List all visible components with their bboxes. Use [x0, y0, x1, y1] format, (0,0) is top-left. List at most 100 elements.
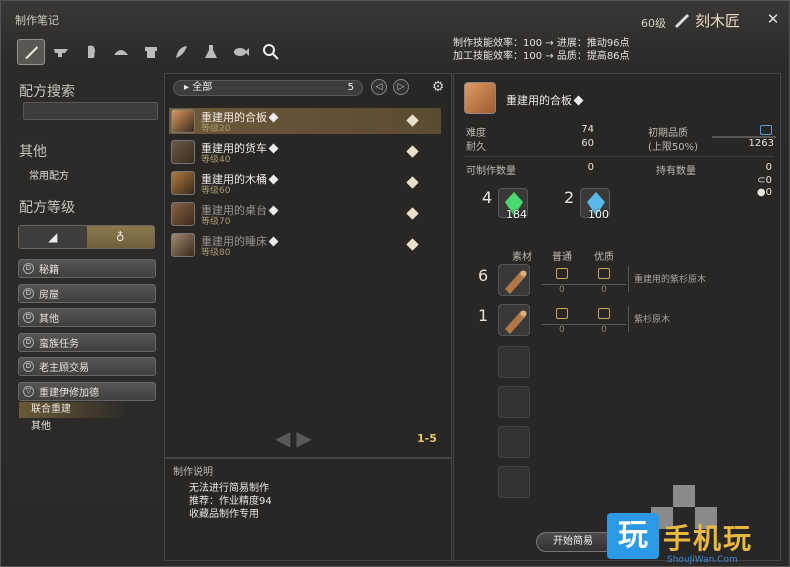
recipe-list-panel: ▸ 全部 5 ◁ ▷ ⚙ 重建用的合板 等级20 重建用的货车 等级40 重建用的木桶等…: [164, 73, 452, 458]
material-name: 紫杉原木: [634, 315, 671, 325]
recipe-level: 等级80: [201, 248, 231, 258]
arrow-right-icon[interactable]: ▶: [296, 426, 317, 450]
watermark-url: ShouJiWan.Com: [667, 555, 738, 565]
recipe-level: 等级60: [201, 186, 231, 196]
category-button[interactable]: D 其他: [18, 308, 156, 327]
subcategory-item[interactable]: 其他: [19, 419, 129, 435]
initial-quality-note: (上限50%): [648, 142, 699, 153]
category-label: 秘籍: [39, 265, 59, 276]
category-button[interactable]: D 蛮族任务: [18, 332, 156, 352]
expand-icon: D: [23, 361, 34, 372]
category-label: 其他: [39, 314, 59, 325]
next-page-button[interactable]: ▷: [393, 79, 409, 95]
recipe-search-title: 配方搜索: [19, 84, 75, 100]
detail-item-name: 重建用的合板: [506, 92, 584, 108]
tab-feather[interactable]: [167, 39, 195, 65]
collectable-icon: [268, 236, 279, 247]
hq-count-box[interactable]: [598, 268, 610, 279]
category-button[interactable]: ▽ 重建伊修加德: [18, 381, 156, 401]
hq-count-box[interactable]: [598, 308, 610, 319]
material-required: 1: [478, 306, 489, 325]
close-button[interactable]: ✕: [763, 9, 783, 29]
recipe-level-title: 配方等级: [19, 200, 75, 216]
expand-icon: D: [23, 287, 34, 299]
tab-fish[interactable]: [227, 39, 255, 65]
nq-owned: 0: [559, 285, 565, 295]
blur-patch: [673, 485, 695, 507]
empty-material-slot: [498, 426, 530, 458]
category-label: 蛮族任务: [39, 338, 79, 350]
crafting-log-window: 制作笔记 60级 刻木匠 ✕ 制作技能效率：100 → 进展：推动96点 加工技…: [0, 0, 790, 567]
recipe-row[interactable]: 重建用的睡床 等级80: [169, 232, 441, 258]
recipe-level: 等级40: [201, 155, 231, 165]
page-indicator: 1-5: [417, 432, 437, 445]
category-button[interactable]: D 老主顾交易: [18, 357, 156, 376]
initial-quality-value: 1263: [748, 138, 774, 149]
category-button[interactable]: D 秘籍: [18, 259, 156, 278]
level-toggle[interactable]: ◢ ♁: [18, 225, 155, 249]
filter-label: 全部: [192, 82, 213, 93]
search-icon: [263, 44, 279, 60]
recipe-row[interactable]: 重建用的木桶 等级60: [169, 170, 441, 196]
job-name: 刻木匠: [695, 12, 741, 30]
subcategory-item[interactable]: 联合重建: [19, 402, 129, 418]
category-label: 房屋: [39, 289, 59, 301]
material-slot[interactable]: [498, 264, 530, 296]
left-panel: 配方搜索 其他 常用配方 配方等级 ◢ ♁ D 秘籍 D 房屋 D 其他 D 蛮族任务 D 老主顾…: [11, 73, 163, 561]
empty-material-slot: [498, 466, 530, 498]
plywood-icon[interactable]: [464, 82, 496, 114]
nq-count-box[interactable]: [556, 268, 568, 279]
hq-owned: 0: [601, 285, 607, 295]
filter-dropdown[interactable]: ▸ 全部 5: [173, 80, 363, 96]
tab-armor[interactable]: [137, 39, 165, 65]
saw-icon: [25, 46, 38, 59]
expand-icon: D: [23, 336, 34, 348]
durability-value: 60: [581, 138, 594, 149]
divider: [628, 266, 629, 292]
recipe-item-icon: [171, 233, 195, 257]
recipe-row[interactable]: 重建用的桌台 等级70: [169, 201, 441, 227]
common-recipes-link[interactable]: 常用配方: [29, 167, 69, 182]
gear-icon[interactable]: ⚙: [430, 79, 446, 95]
prev-page-button[interactable]: ◁: [371, 79, 387, 95]
nq-owned: 0: [559, 325, 565, 335]
craftable-value: 0: [587, 162, 594, 173]
expand-icon: D: [23, 263, 34, 274]
collectable-icon: [268, 112, 279, 123]
efficiency-line-2: 加工技能效率：100 → 品质：提高86点: [453, 51, 630, 62]
material-slot[interactable]: [498, 304, 530, 336]
quality-checkbox[interactable]: [760, 125, 772, 135]
owned-hq-value: ●0: [756, 187, 772, 198]
empty-material-slot: [498, 386, 530, 418]
craftable-label: 可制作数量: [466, 166, 516, 177]
arrow-left-icon[interactable]: ◀: [275, 426, 296, 450]
recipe-search-input[interactable]: [23, 102, 158, 120]
hq-icon: ●: [756, 187, 766, 198]
efficiency-line-1: 制作技能效率：100 → 进展：推动96点: [453, 38, 630, 49]
nq-count-box[interactable]: [556, 308, 568, 319]
tab-helmet[interactable]: [107, 39, 135, 65]
tab-search[interactable]: [257, 39, 285, 65]
tab-saw[interactable]: [17, 39, 45, 65]
crystal-required: 2: [564, 188, 575, 207]
material-header: 素材: [512, 252, 532, 263]
category-label: 重建伊修加德: [39, 387, 99, 399]
collectable-icon: [268, 174, 279, 185]
collectable-icon: [406, 207, 419, 220]
material-name: 重建用的紫杉原木: [634, 275, 707, 285]
anvil-icon: [54, 49, 68, 57]
recipe-row[interactable]: 重建用的合板 等级20: [169, 108, 441, 134]
description-title: 制作说明: [173, 467, 213, 478]
initial-quality-label: 初期品质: [648, 128, 688, 139]
description-line: 收藏品制作专用: [189, 509, 259, 520]
tab-gauntlet[interactable]: [77, 39, 105, 65]
expand-icon: D: [23, 312, 34, 323]
category-button[interactable]: D 房屋: [18, 283, 156, 303]
tab-flask[interactable]: [197, 39, 225, 65]
level-chart-icon[interactable]: ◢: [19, 226, 87, 248]
level-bag-icon[interactable]: ♁: [86, 226, 154, 248]
filter-arrow-icon: ▸: [184, 82, 193, 93]
tab-anvil[interactable]: [47, 39, 75, 65]
recipe-row[interactable]: 重建用的货车 等级40: [169, 139, 441, 165]
crystal-required: 4: [482, 188, 493, 207]
